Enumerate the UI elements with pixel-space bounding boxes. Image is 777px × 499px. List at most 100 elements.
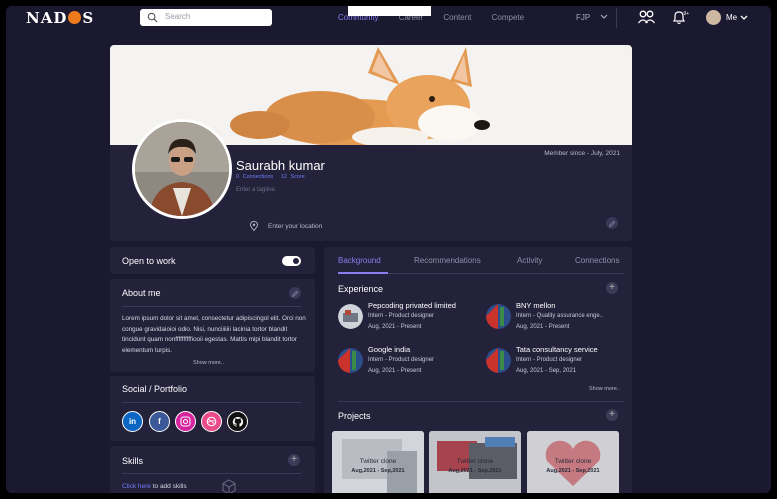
profile-photo (135, 122, 229, 216)
pencil-icon (608, 220, 616, 228)
project-dates: Aug,2021 - Sep,2021 (448, 468, 502, 474)
about-panel: About me Lorem ipsum dolor sit amet, con… (110, 279, 315, 372)
project-dates: Aug,2021 - Sep,2021 (351, 468, 405, 474)
project-card[interactable]: Twitter clone Aug,2021 - Sep,2021 (527, 431, 619, 493)
dribbble-icon[interactable] (201, 411, 222, 432)
skills-panel: Skills + Click here to add skills (110, 446, 315, 493)
chevron-down-icon (600, 14, 608, 19)
about-text: Lorem ipsum dolor sit amet, consectetur … (122, 315, 306, 354)
add-skill-button[interactable]: + (288, 454, 300, 466)
me-label: Me (726, 13, 738, 22)
cube-icon (222, 479, 236, 493)
github-icon[interactable] (227, 411, 248, 432)
edit-location-button[interactable] (606, 217, 618, 229)
project-card[interactable]: Twitter clone Aug,2021 - Sep,2021 (429, 431, 521, 493)
nados-logo[interactable]: NAD S (26, 9, 94, 27)
user-name: Saurabh kumar (236, 158, 325, 173)
experience-role: Intern - Product designer (368, 357, 435, 363)
open-to-work-toggle[interactable] (282, 256, 301, 266)
instagram-icon[interactable] (175, 411, 196, 432)
experience-role: Intern - Quality assurance enge.. (516, 313, 604, 319)
about-title: About me (122, 288, 161, 298)
score-link[interactable]: Score (290, 174, 304, 180)
experience-show-more[interactable]: Show more.. (589, 386, 620, 392)
add-skills-link[interactable]: Click here (122, 483, 151, 490)
connections-count: 0 (236, 174, 240, 180)
profile-stats: 0 Connections 12 Score (236, 174, 305, 180)
project-title: Twitter clone (359, 458, 397, 465)
experience-dates: Aug, 2021 - Sep, 2021 (516, 368, 577, 374)
github-glyph (232, 416, 243, 427)
location-field[interactable]: Enter your location (250, 221, 322, 231)
social-title: Social / Portfolio (122, 384, 188, 394)
skills-empty-text: Click here to add skills (122, 483, 187, 490)
experience-role: Intern - Product designer (368, 313, 435, 319)
org-dropdown[interactable]: FJP (576, 13, 608, 22)
experience-divider (338, 401, 624, 402)
score-count: 12 (280, 174, 287, 180)
nav-link-content[interactable]: Content (443, 13, 471, 22)
experience-role: Intern - Product designer (516, 357, 583, 363)
projects-title: Projects (338, 411, 371, 421)
nav-divider (616, 8, 617, 28)
tagline-input[interactable]: Enter a tagline. (236, 187, 276, 193)
experience-company: Tata consultancy service (516, 345, 598, 354)
experience-company: BNY mellon (516, 301, 556, 310)
experience-dates: Aug, 2021 - Present (368, 368, 422, 374)
dribbble-glyph (206, 416, 217, 427)
project-title: Twitter clone (554, 458, 592, 465)
project-dates: Aug,2021 - Sep,2021 (546, 468, 600, 474)
nav-highlight-box (348, 6, 431, 16)
open-to-work-panel: Open to work (110, 247, 315, 274)
tab-activity[interactable]: Activity (517, 256, 542, 265)
experience-company: Google india (368, 345, 411, 354)
project-title: Twitter clone (456, 458, 494, 465)
tab-recommendations[interactable]: Recommendations (414, 256, 481, 265)
chevron-down-icon (740, 15, 748, 20)
tab-connections[interactable]: Connections (575, 256, 619, 265)
experience-item[interactable]: BNY mellon Intern - Quality assurance en… (486, 301, 626, 335)
social-panel: Social / Portfolio in f (110, 376, 315, 441)
experience-item[interactable]: Tata consultancy service Intern - Produc… (486, 345, 626, 379)
linkedin-icon[interactable]: in (122, 411, 143, 432)
location-placeholder: Enter your location (268, 222, 323, 230)
google-logo (338, 348, 363, 373)
search-input[interactable]: Search (140, 9, 272, 26)
project-card[interactable]: Twitter clone Aug,2021 - Sep,2021 (332, 431, 424, 493)
pepcoding-logo (338, 304, 363, 329)
experience-title: Experience (338, 284, 384, 294)
skills-divider (122, 473, 301, 474)
bell-icon[interactable]: 9+ (671, 10, 689, 25)
people-icon[interactable] (638, 10, 655, 24)
active-tab-indicator (338, 272, 388, 274)
org-label: FJP (576, 13, 591, 22)
experience-item[interactable]: Pepcoding privated limited Intern - Prod… (338, 301, 478, 335)
pencil-icon (291, 290, 299, 298)
top-navbar: NAD S Search Community Career Content Com… (6, 6, 771, 30)
profile-avatar[interactable] (132, 119, 232, 219)
avatar (706, 10, 721, 25)
add-experience-button[interactable]: + (606, 282, 618, 294)
experience-company: Pepcoding privated limited (368, 301, 456, 310)
member-since: Member since - July, 2021 (544, 150, 620, 157)
add-project-button[interactable]: + (606, 409, 618, 421)
skills-title: Skills (122, 456, 144, 466)
profile-menu[interactable]: Me (706, 10, 748, 25)
edit-about-button[interactable] (289, 287, 301, 299)
tab-background[interactable]: Background (338, 256, 381, 265)
location-pin-icon (250, 221, 258, 231)
open-to-work-label: Open to work (122, 256, 176, 266)
nav-link-compete[interactable]: Compete (492, 13, 524, 22)
experience-dates: Aug, 2021 - Present (516, 324, 570, 330)
connections-link[interactable]: Connections (243, 174, 274, 180)
search-placeholder: Search (165, 12, 191, 21)
social-divider (122, 402, 301, 403)
facebook-icon[interactable]: f (149, 411, 170, 432)
about-show-more[interactable]: Show more.. (193, 360, 224, 366)
instagram-glyph (180, 416, 191, 427)
experience-dates: Aug, 2021 - Present (368, 324, 422, 330)
experience-item[interactable]: Google india Intern - Product designer A… (338, 345, 478, 379)
profile-card: Saurabh kumar 0 Connections 12 Score Ent… (110, 45, 632, 241)
about-divider (122, 306, 301, 307)
skills-suffix: to add skills (150, 483, 187, 490)
